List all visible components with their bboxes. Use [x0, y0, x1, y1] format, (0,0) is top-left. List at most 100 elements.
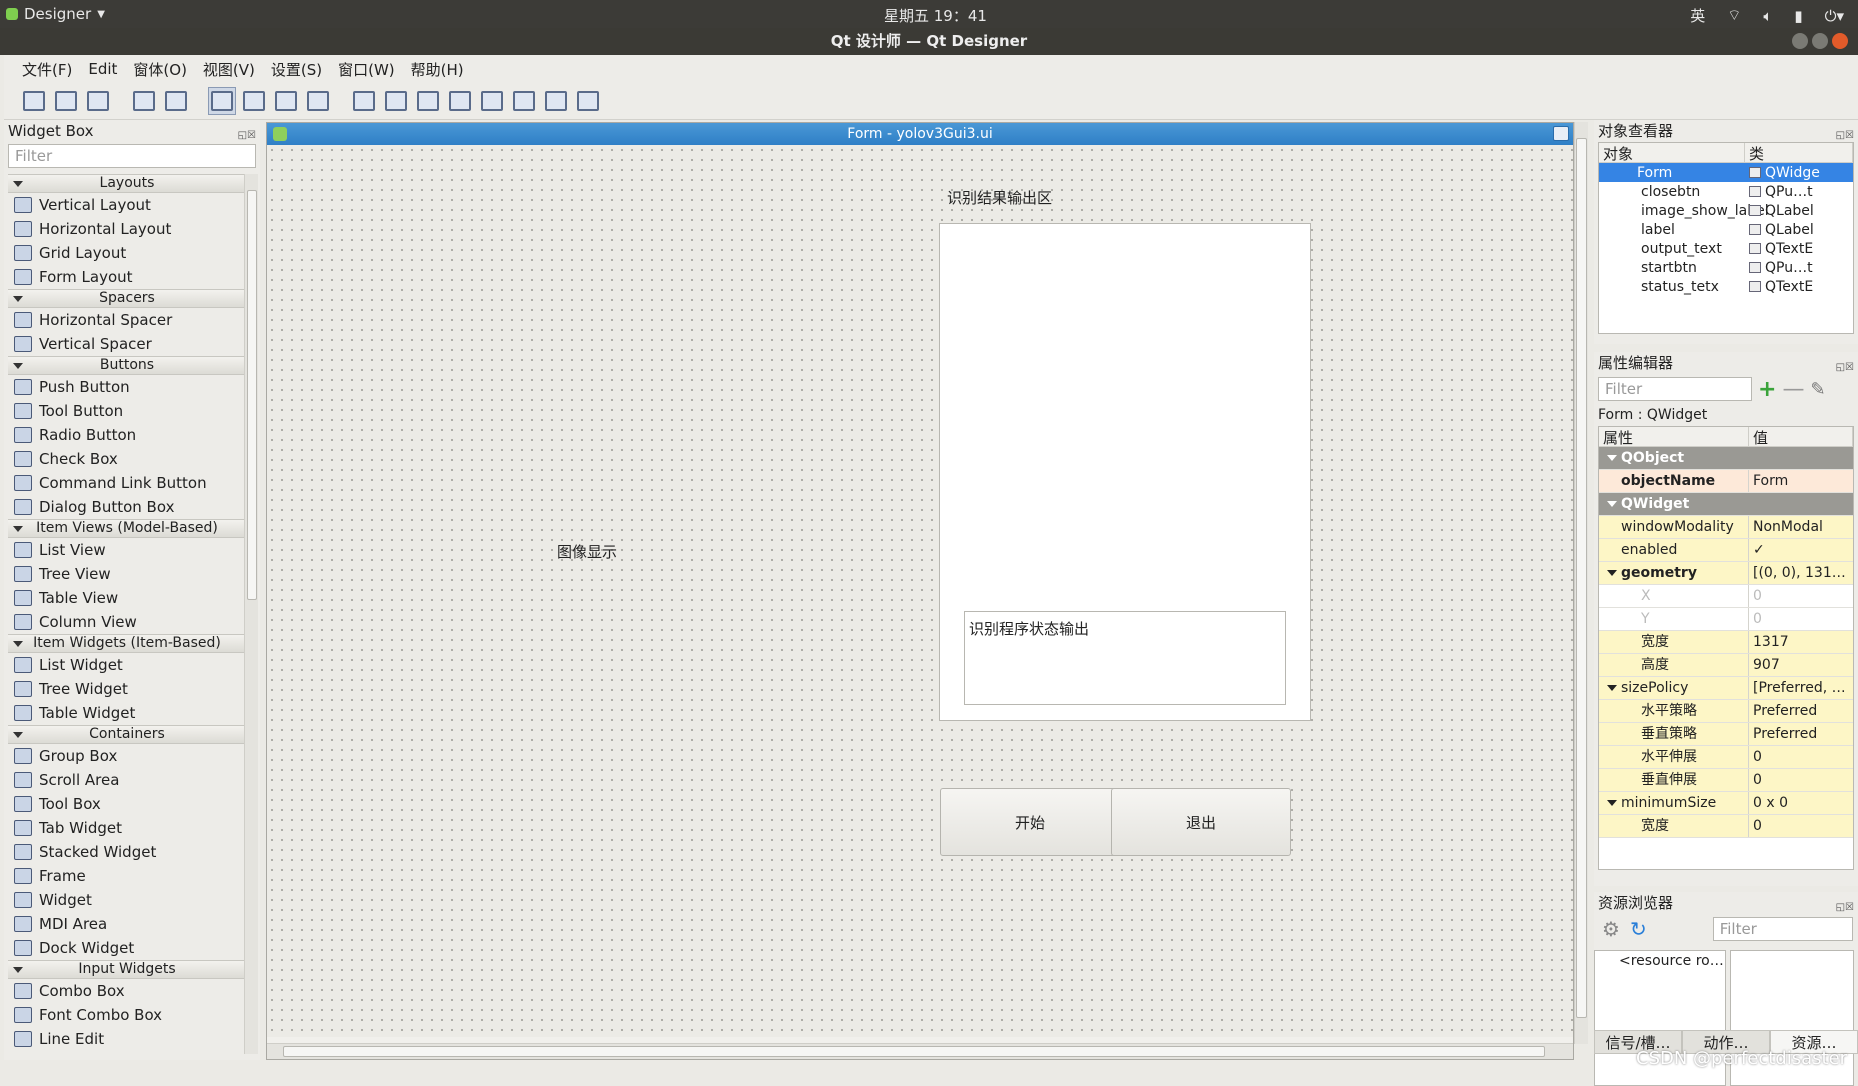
- reload-icon[interactable]: ↻: [1630, 917, 1647, 941]
- send-to-back-button[interactable]: [130, 87, 158, 115]
- widget-item[interactable]: Check Box: [8, 447, 246, 471]
- widget-item[interactable]: Command Link Button: [8, 471, 246, 495]
- scrollbar-thumb[interactable]: [283, 1046, 1545, 1057]
- widget-item[interactable]: Dialog Button Box: [8, 495, 246, 519]
- layout-vertical-splitter-button[interactable]: [446, 87, 474, 115]
- property-filter-input[interactable]: Filter: [1598, 377, 1752, 401]
- widget-item[interactable]: Horizontal Spacer: [8, 308, 246, 332]
- menu-help[interactable]: 帮助(H): [403, 59, 472, 80]
- result-area-label[interactable]: 识别结果输出区: [947, 187, 1052, 208]
- property-value[interactable]: 0: [1749, 746, 1853, 768]
- image-show-label[interactable]: 图像显示: [557, 541, 617, 562]
- input-method-indicator[interactable]: 英: [1690, 5, 1705, 26]
- property-value[interactable]: 0: [1749, 815, 1853, 837]
- widget-item[interactable]: Line Edit: [8, 1027, 246, 1051]
- widget-item[interactable]: List Widget: [8, 653, 246, 677]
- form-vertical-scrollbar[interactable]: [1574, 122, 1588, 1044]
- widget-item[interactable]: Scroll Area: [8, 768, 246, 792]
- property-row[interactable]: sizePolicy [Preferred, …: [1599, 677, 1853, 700]
- edit-buddies-button[interactable]: [272, 87, 300, 115]
- property-row[interactable]: geometry [(0, 0), 131…: [1599, 562, 1853, 585]
- widget-item[interactable]: Table Widget: [8, 701, 246, 725]
- widget-box-scrollbar[interactable]: [244, 174, 258, 1054]
- widget-item[interactable]: Combo Box: [8, 979, 246, 1003]
- property-row[interactable]: 垂直策略 Preferred: [1599, 723, 1853, 746]
- widget-item[interactable]: Horizontal Layout: [8, 217, 246, 241]
- column-class[interactable]: 类: [1745, 143, 1853, 163]
- widget-category-2[interactable]: Buttons: [8, 356, 246, 375]
- widget-box-filter-input[interactable]: Filter: [8, 144, 256, 168]
- property-value[interactable]: [(0, 0), 131…: [1749, 562, 1853, 584]
- property-row[interactable]: Y0: [1599, 608, 1853, 631]
- object-tree-row[interactable]: Form QWidge: [1599, 163, 1853, 182]
- column-value[interactable]: 值: [1749, 427, 1853, 447]
- property-row[interactable]: 宽度 0: [1599, 815, 1853, 838]
- widget-item[interactable]: Group Box: [8, 744, 246, 768]
- break-layout-button[interactable]: [542, 87, 570, 115]
- adjust-size-button[interactable]: [574, 87, 602, 115]
- widget-item[interactable]: Grid Layout: [8, 241, 246, 265]
- clock[interactable]: 星期五 19：41: [884, 5, 987, 26]
- widget-item[interactable]: Table View: [8, 586, 246, 610]
- widget-item[interactable]: Tree Widget: [8, 677, 246, 701]
- widget-item[interactable]: Vertical Spacer: [8, 332, 246, 356]
- panel-float-close-icon[interactable]: ◱☒: [238, 125, 256, 147]
- property-row[interactable]: 水平伸展 0: [1599, 746, 1853, 769]
- layout-vertical-button[interactable]: [382, 87, 410, 115]
- column-property[interactable]: 属性: [1599, 427, 1749, 447]
- edit-tab-order-button[interactable]: [304, 87, 332, 115]
- property-value[interactable]: [Preferred, …: [1749, 677, 1853, 699]
- resource-root-item[interactable]: <resource ro…: [1619, 953, 1724, 969]
- form-horizontal-scrollbar[interactable]: [267, 1043, 1573, 1059]
- layout-grid-button[interactable]: [478, 87, 506, 115]
- panel-float-close-icon[interactable]: ◱☒: [1836, 897, 1854, 919]
- property-value[interactable]: ✓: [1749, 539, 1853, 561]
- status-text-area[interactable]: 识别程序状态输出: [964, 611, 1286, 705]
- property-row[interactable]: enabled ✓: [1599, 539, 1853, 562]
- menu-settings[interactable]: 设置(S): [263, 59, 330, 80]
- widget-item[interactable]: Vertical Layout: [8, 193, 246, 217]
- widget-category-0[interactable]: Layouts: [8, 174, 246, 193]
- column-object[interactable]: 对象: [1599, 143, 1745, 163]
- widget-item[interactable]: Push Button: [8, 375, 246, 399]
- widget-item[interactable]: Dock Widget: [8, 936, 246, 960]
- property-row[interactable]: windowModality NonModal: [1599, 516, 1853, 539]
- property-value[interactable]: 0: [1749, 585, 1853, 607]
- panel-float-close-icon[interactable]: ◱☒: [1836, 357, 1854, 379]
- object-tree-row[interactable]: closebtn QPu…t: [1599, 182, 1853, 201]
- object-tree-row[interactable]: label QLabel: [1599, 220, 1853, 239]
- edit-resources-icon[interactable]: ⚙: [1602, 917, 1620, 941]
- form-window-maximize-button[interactable]: [1553, 126, 1569, 141]
- power-icon[interactable]: ⏻▾: [1825, 7, 1844, 25]
- add-property-icon[interactable]: +: [1758, 377, 1776, 402]
- object-tree-row[interactable]: startbtn QPu…t: [1599, 258, 1853, 277]
- layout-horizontal-splitter-button[interactable]: [414, 87, 442, 115]
- new-form-button[interactable]: [20, 87, 48, 115]
- layout-form-button[interactable]: [510, 87, 538, 115]
- property-group-row[interactable]: QWidget: [1599, 493, 1853, 516]
- object-tree-row[interactable]: output_text QTextE: [1599, 239, 1853, 258]
- maximize-button[interactable]: [1812, 33, 1828, 49]
- property-row[interactable]: objectName Form: [1599, 470, 1853, 493]
- widget-item[interactable]: Widget: [8, 888, 246, 912]
- property-row[interactable]: minimumSize 0 x 0: [1599, 792, 1853, 815]
- property-row[interactable]: 宽度 1317: [1599, 631, 1853, 654]
- form-canvas[interactable]: 识别结果输出区 图像显示 识别程序状态输出 开始 退出: [267, 145, 1573, 1037]
- battery-icon[interactable]: ▮: [1794, 7, 1802, 25]
- property-row[interactable]: 高度 907: [1599, 654, 1853, 677]
- bring-to-front-button[interactable]: [162, 87, 190, 115]
- property-row[interactable]: 水平策略 Preferred: [1599, 700, 1853, 723]
- open-form-button[interactable]: [52, 87, 80, 115]
- app-menu[interactable]: Designer ▼: [6, 5, 105, 23]
- widget-item[interactable]: Stacked Widget: [8, 840, 246, 864]
- widget-category-1[interactable]: Spacers: [8, 289, 246, 308]
- save-form-button[interactable]: [84, 87, 112, 115]
- property-value[interactable]: Form: [1749, 470, 1853, 492]
- property-value[interactable]: Preferred: [1749, 723, 1853, 745]
- close-window-button[interactable]: [1832, 33, 1848, 49]
- menu-file[interactable]: 文件(F): [14, 59, 80, 80]
- widget-item[interactable]: Radio Button: [8, 423, 246, 447]
- widget-item[interactable]: Tab Widget: [8, 816, 246, 840]
- property-value[interactable]: NonModal: [1749, 516, 1853, 538]
- widget-category-4[interactable]: Item Widgets (Item-Based): [8, 634, 246, 653]
